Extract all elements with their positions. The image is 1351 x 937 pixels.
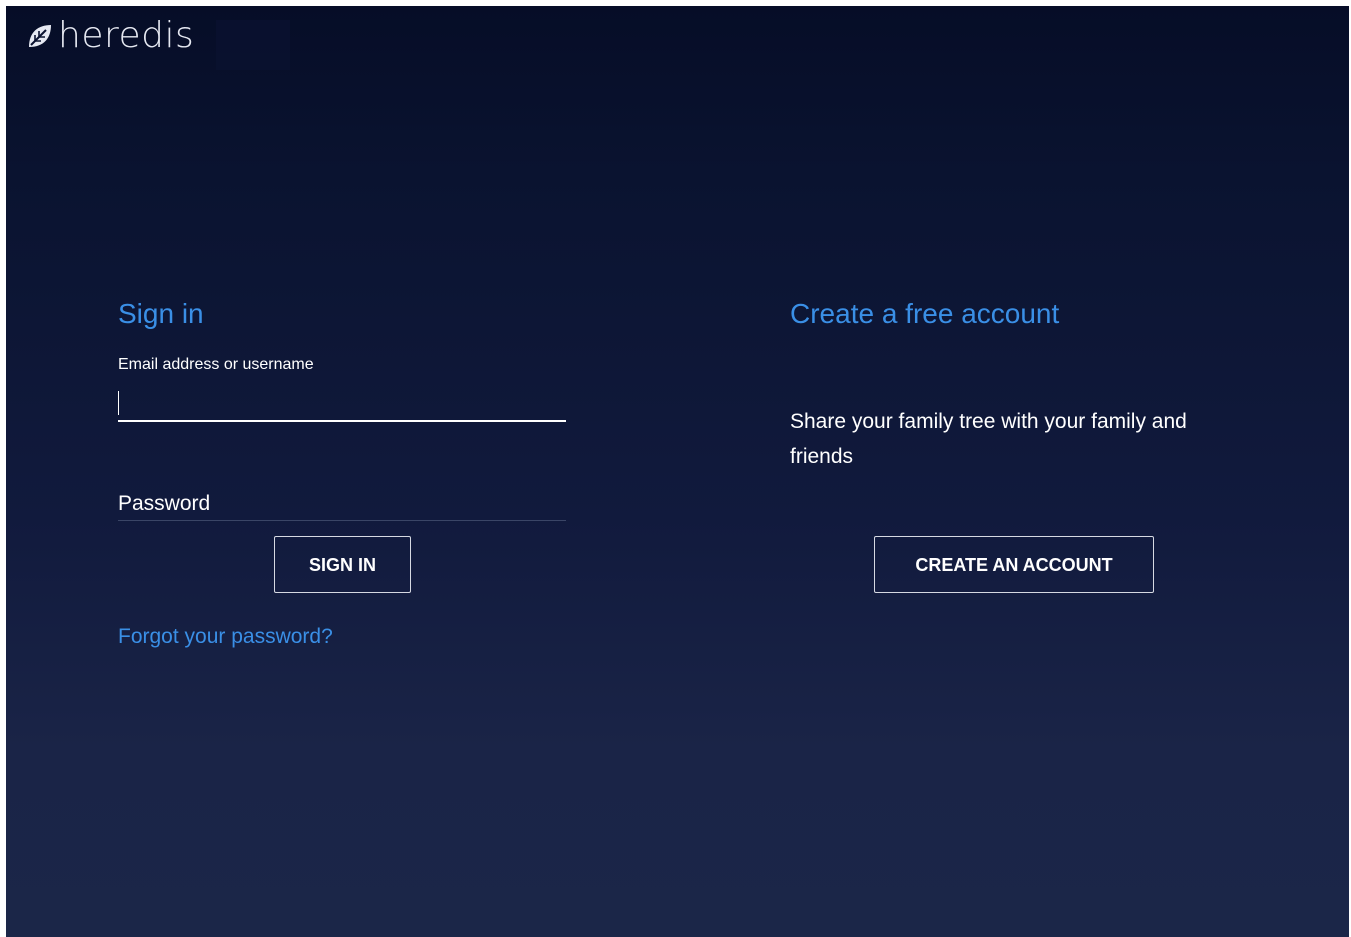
password-label: Password — [118, 492, 211, 515]
forgot-password-link[interactable]: Forgot your password? — [118, 625, 333, 649]
login-page: heredis Sign in Email address or usernam… — [6, 6, 1349, 937]
brand-logo[interactable]: heredis — [26, 16, 194, 56]
text-cursor — [118, 391, 119, 415]
brand-name: heredis — [58, 15, 195, 56]
sign-in-button[interactable]: SIGN IN — [274, 536, 411, 593]
brand-badge — [216, 20, 290, 70]
signin-heading: Sign in — [118, 298, 204, 329]
email-input[interactable] — [118, 386, 566, 422]
create-account-button[interactable]: CREATE AN ACCOUNT — [874, 536, 1154, 593]
email-label: Email address or username — [118, 356, 314, 373]
create-account-heading: Create a free account — [790, 298, 1060, 329]
leaf-icon — [29, 25, 51, 47]
create-account-description: Share your family tree with your family … — [790, 410, 1187, 468]
